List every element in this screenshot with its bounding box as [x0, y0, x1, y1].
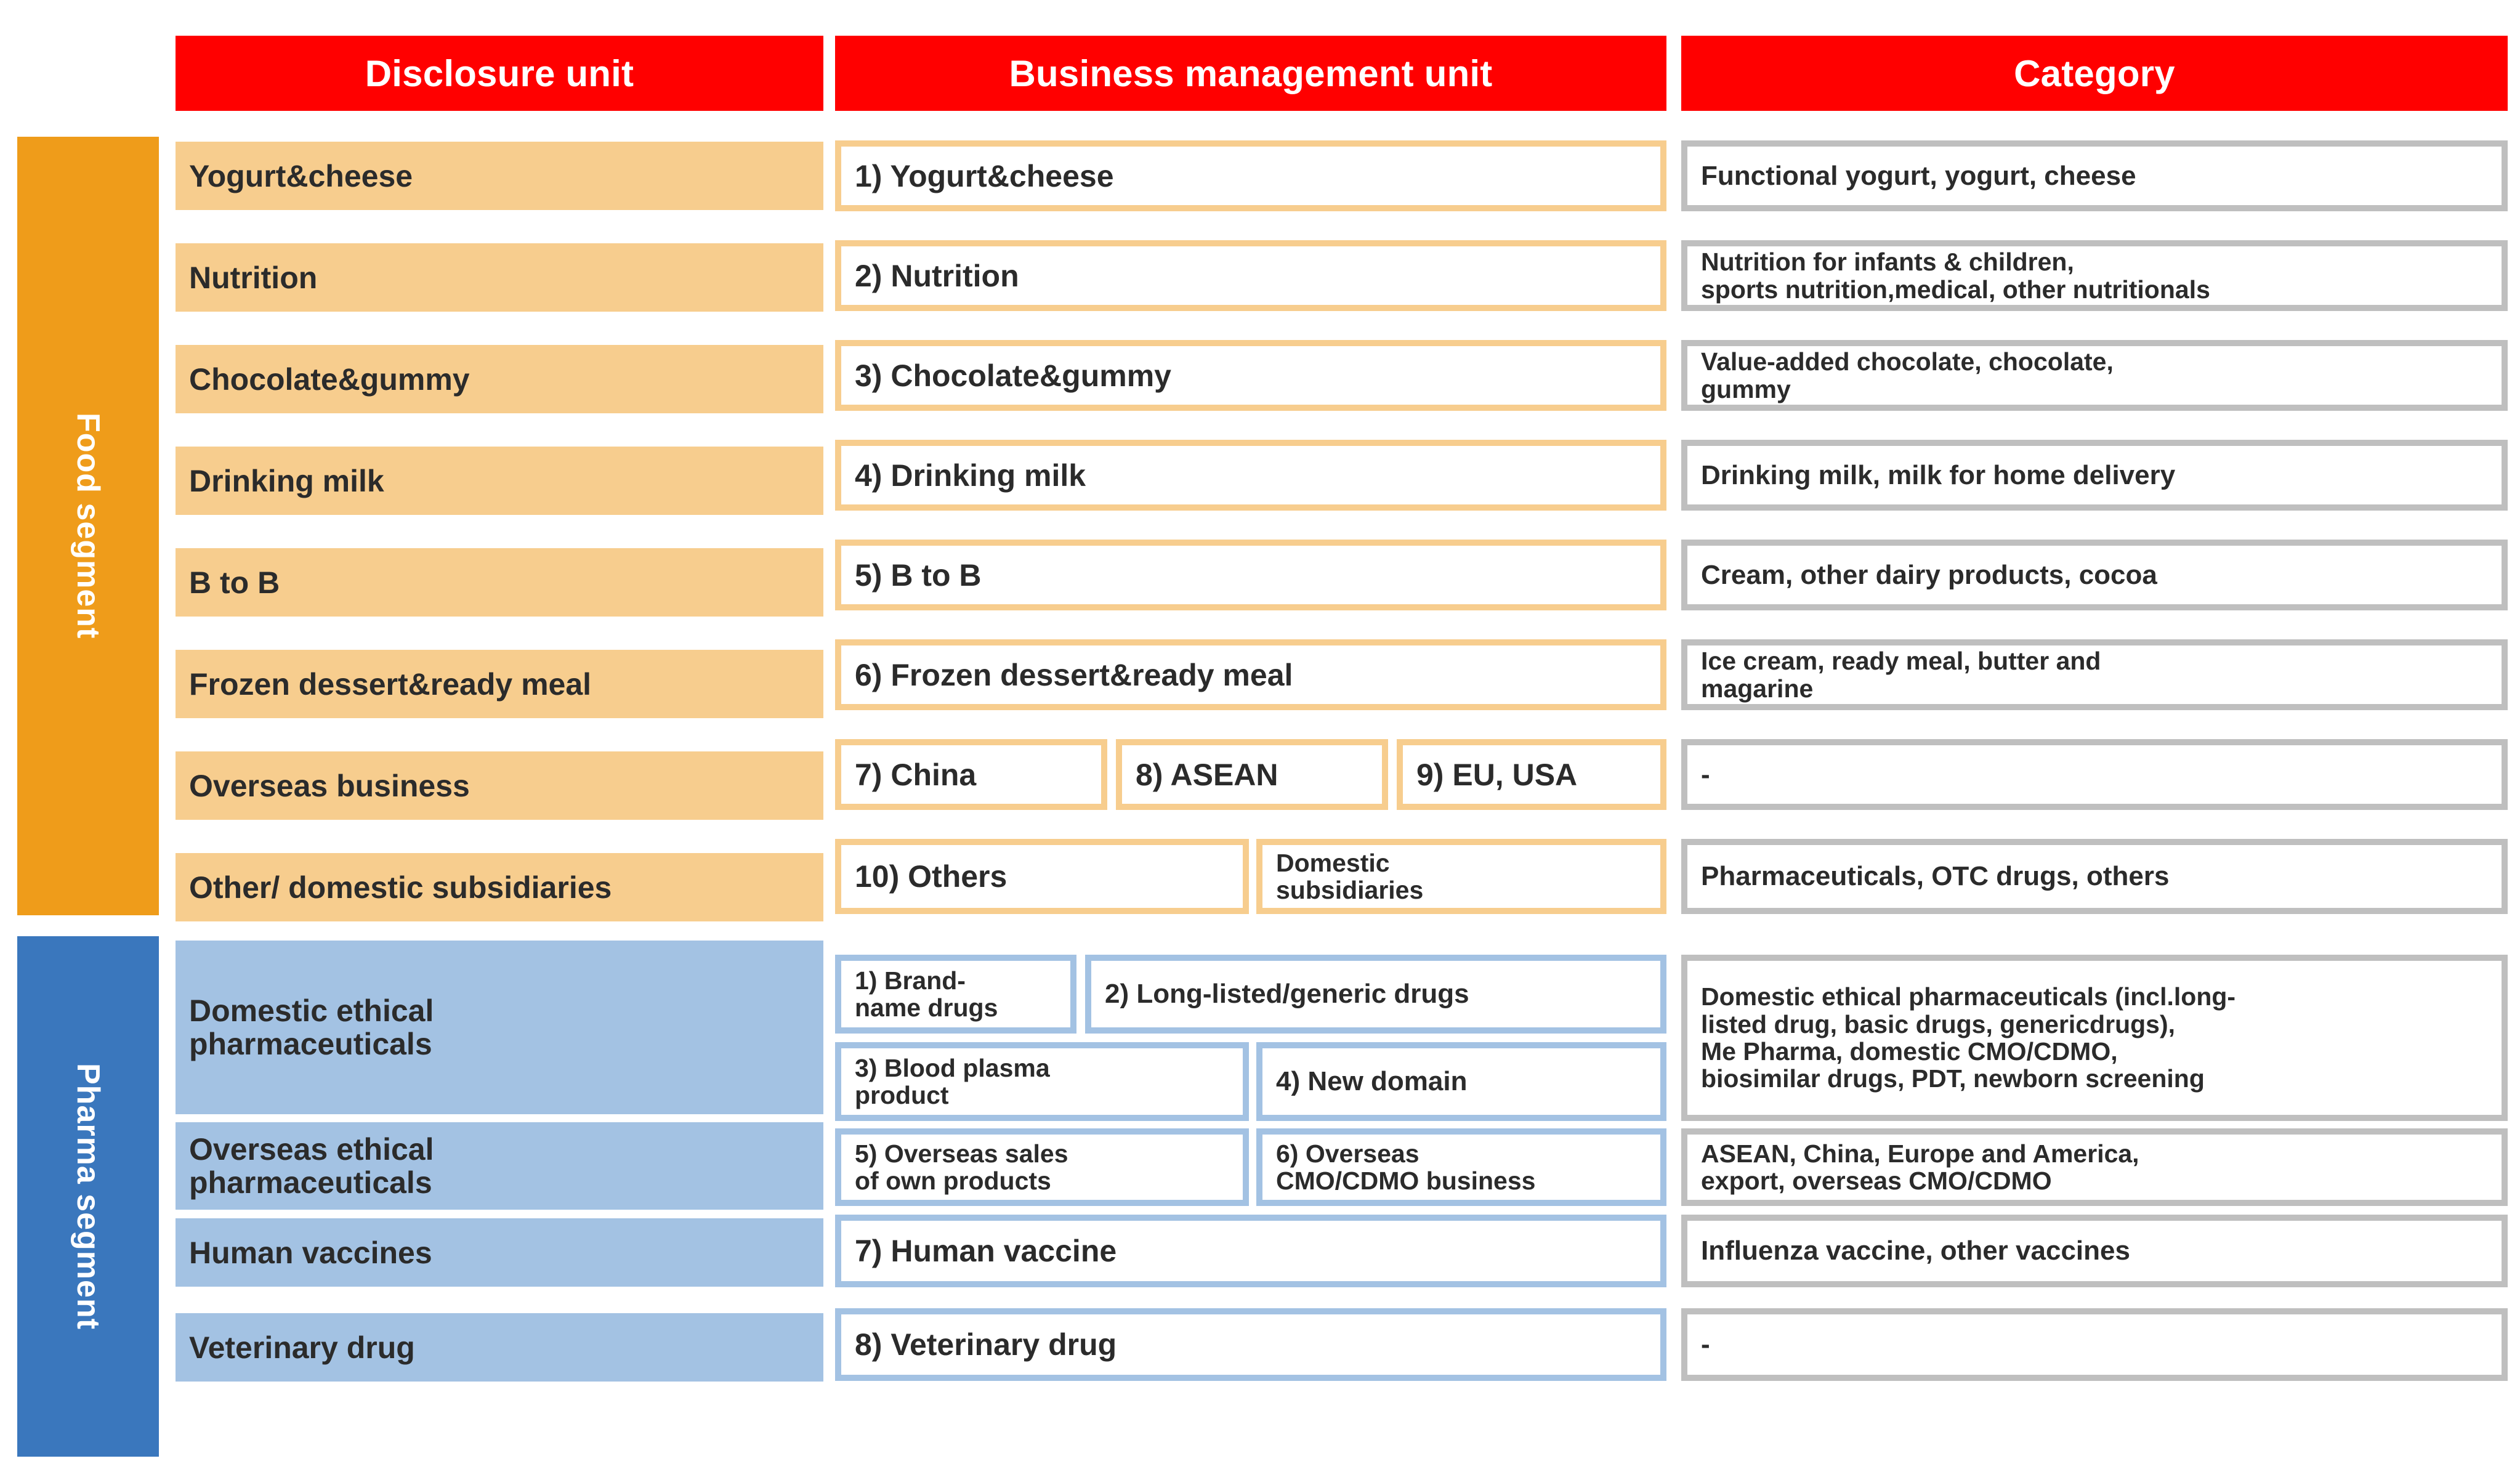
column-header-business-management-unit: Business management unit	[835, 36, 1666, 111]
category-label: Value-added chocolate, chocolate, gummy	[1701, 347, 2114, 403]
business-management-unit-cell-domestic-subsidiaries[interactable]: Domestic subsidiaries	[1256, 839, 1666, 914]
business-management-unit-cell[interactable]: 4) Drinking milk	[835, 440, 1666, 511]
category-label: Drinking milk, milk for home delivery	[1701, 459, 2176, 490]
business-management-unit-cell-overseas-sales[interactable]: 5) Overseas sales of own products	[835, 1128, 1249, 1206]
segment-structure-table: Disclosure unit Business management unit…	[0, 0, 2520, 1477]
disclosure-unit-cell[interactable]: Domestic ethical pharmaceuticals	[176, 941, 823, 1114]
category-label: Nutrition for infants & children, sports…	[1701, 248, 2210, 304]
category-label: ASEAN, China, Europe and America, export…	[1701, 1139, 2139, 1195]
business-management-unit-cell-brand-name-drugs[interactable]: 1) Brand- name drugs	[835, 955, 1076, 1034]
business-management-unit-label: 3) Blood plasma product	[855, 1053, 1050, 1109]
disclosure-unit-label: Other/ domestic subsidiaries	[189, 870, 612, 905]
business-management-unit-label: 7) Human vaccine	[855, 1234, 1117, 1268]
business-management-unit-cell[interactable]: 5) B to B	[835, 540, 1666, 610]
category-cell[interactable]: Drinking milk, milk for home delivery	[1681, 440, 2508, 511]
category-cell[interactable]: Functional yogurt, yogurt, cheese	[1681, 140, 2508, 211]
business-management-unit-label: 8) Veterinary drug	[855, 1327, 1117, 1362]
business-management-unit-label: 4) Drinking milk	[855, 458, 1086, 493]
disclosure-unit-label: Overseas business	[189, 768, 470, 803]
category-label: Pharmaceuticals, OTC drugs, others	[1701, 861, 2170, 892]
disclosure-unit-cell[interactable]: Chocolate&gummy	[176, 345, 823, 413]
business-management-unit-label: 3) Chocolate&gummy	[855, 358, 1171, 393]
business-management-unit-label: 7) China	[855, 757, 977, 792]
business-management-unit-cell[interactable]: 6) Frozen dessert&ready meal	[835, 639, 1666, 710]
business-management-unit-label: Domestic subsidiaries	[1276, 848, 1424, 904]
business-management-unit-label: 4) New domain	[1276, 1066, 1468, 1097]
disclosure-unit-label: Veterinary drug	[189, 1330, 415, 1365]
disclosure-unit-cell[interactable]: Veterinary drug	[176, 1313, 823, 1382]
disclosure-unit-label: Frozen dessert&ready meal	[189, 666, 592, 702]
business-management-unit-cell-china[interactable]: 7) China	[835, 739, 1107, 810]
category-cell[interactable]: Ice cream, ready meal, butter and magari…	[1681, 639, 2508, 710]
business-management-unit-label: 5) B to B	[855, 557, 982, 593]
business-management-unit-label: 6) Overseas CMO/CDMO business	[1276, 1139, 1536, 1195]
business-management-unit-label: 1) Brand- name drugs	[855, 966, 998, 1022]
category-cell[interactable]: Influenza vaccine, other vaccines	[1681, 1215, 2508, 1287]
disclosure-unit-label: Drinking milk	[189, 463, 384, 498]
category-cell[interactable]: Pharmaceuticals, OTC drugs, others	[1681, 839, 2508, 914]
category-cell[interactable]: Cream, other dairy products, cocoa	[1681, 540, 2508, 610]
column-header-business-management-unit-label: Business management unit	[1009, 52, 1493, 94]
category-label: Domestic ethical pharmaceuticals (incl.l…	[1701, 982, 2236, 1093]
category-cell[interactable]: -	[1681, 1308, 2508, 1381]
segment-rail-pharma-label: Pharma segment	[70, 1062, 106, 1330]
category-cell[interactable]: Domestic ethical pharmaceuticals (incl.l…	[1681, 955, 2508, 1121]
disclosure-unit-label: Chocolate&gummy	[189, 362, 470, 397]
category-label: Functional yogurt, yogurt, cheese	[1701, 160, 2136, 191]
category-cell[interactable]: Nutrition for infants & children, sports…	[1681, 240, 2508, 311]
business-management-unit-label: 2) Nutrition	[855, 258, 1019, 293]
business-management-unit-cell[interactable]: 1) Yogurt&cheese	[835, 140, 1666, 211]
disclosure-unit-cell[interactable]: Human vaccines	[176, 1218, 823, 1287]
business-management-unit-cell-eu-usa[interactable]: 9) EU, USA	[1397, 739, 1666, 810]
disclosure-unit-cell[interactable]: Overseas business	[176, 751, 823, 820]
disclosure-unit-cell[interactable]: B to B	[176, 548, 823, 617]
business-management-unit-cell-long-listed-generic-drugs[interactable]: 2) Long-listed/generic drugs	[1085, 955, 1666, 1034]
disclosure-unit-cell[interactable]: Overseas ethical pharmaceuticals	[176, 1122, 823, 1210]
business-management-unit-cell[interactable]: 3) Chocolate&gummy	[835, 340, 1666, 411]
category-label: Influenza vaccine, other vaccines	[1701, 1236, 2130, 1266]
column-header-disclosure-unit: Disclosure unit	[176, 36, 823, 111]
column-header-category: Category	[1681, 36, 2508, 111]
business-management-unit-cell-blood-plasma-product[interactable]: 3) Blood plasma product	[835, 1042, 1249, 1121]
business-management-unit-cell-overseas-cmo-cdmo[interactable]: 6) Overseas CMO/CDMO business	[1256, 1128, 1666, 1206]
business-management-unit-label: 10) Others	[855, 859, 1008, 894]
business-management-unit-cell-new-domain[interactable]: 4) New domain	[1256, 1042, 1666, 1121]
disclosure-unit-label: B to B	[189, 565, 280, 600]
category-label: -	[1701, 759, 1710, 790]
column-header-category-label: Category	[2014, 52, 2175, 94]
business-management-unit-cell[interactable]: 7) Human vaccine	[835, 1215, 1666, 1287]
business-management-unit-label: 1) Yogurt&cheese	[855, 158, 1114, 193]
category-cell[interactable]: ASEAN, China, Europe and America, export…	[1681, 1128, 2508, 1206]
business-management-unit-cell-others[interactable]: 10) Others	[835, 839, 1249, 914]
business-management-unit-label: 2) Long-listed/generic drugs	[1105, 979, 1469, 1010]
segment-rail-food: Food segment	[17, 137, 159, 915]
disclosure-unit-label: Nutrition	[189, 260, 318, 295]
category-label: Ice cream, ready meal, butter and magari…	[1701, 647, 2101, 703]
category-label: -	[1701, 1329, 1710, 1360]
category-label: Cream, other dairy products, cocoa	[1701, 559, 2157, 590]
business-management-unit-label: 6) Frozen dessert&ready meal	[855, 657, 1293, 692]
disclosure-unit-cell[interactable]: Nutrition	[176, 243, 823, 312]
disclosure-unit-cell[interactable]: Other/ domestic subsidiaries	[176, 853, 823, 921]
business-management-unit-label: 9) EU, USA	[1416, 757, 1578, 792]
disclosure-unit-label: Yogurt&cheese	[189, 158, 413, 193]
disclosure-unit-label: Domestic ethical pharmaceuticals	[189, 993, 434, 1061]
segment-rail-pharma: Pharma segment	[17, 936, 159, 1457]
segment-rail-food-label: Food segment	[70, 413, 106, 639]
disclosure-unit-cell[interactable]: Frozen dessert&ready meal	[176, 650, 823, 718]
business-management-unit-cell-asean[interactable]: 8) ASEAN	[1116, 739, 1388, 810]
business-management-unit-label: 8) ASEAN	[1136, 757, 1278, 792]
category-cell[interactable]: -	[1681, 739, 2508, 810]
business-management-unit-cell[interactable]: 8) Veterinary drug	[835, 1308, 1666, 1381]
disclosure-unit-cell[interactable]: Drinking milk	[176, 447, 823, 515]
business-management-unit-cell[interactable]: 2) Nutrition	[835, 240, 1666, 311]
disclosure-unit-cell[interactable]: Yogurt&cheese	[176, 142, 823, 210]
disclosure-unit-label: Human vaccines	[189, 1235, 432, 1270]
column-header-disclosure-unit-label: Disclosure unit	[365, 52, 634, 94]
business-management-unit-label: 5) Overseas sales of own products	[855, 1139, 1068, 1195]
category-cell[interactable]: Value-added chocolate, chocolate, gummy	[1681, 340, 2508, 411]
disclosure-unit-label: Overseas ethical pharmaceuticals	[189, 1132, 434, 1200]
